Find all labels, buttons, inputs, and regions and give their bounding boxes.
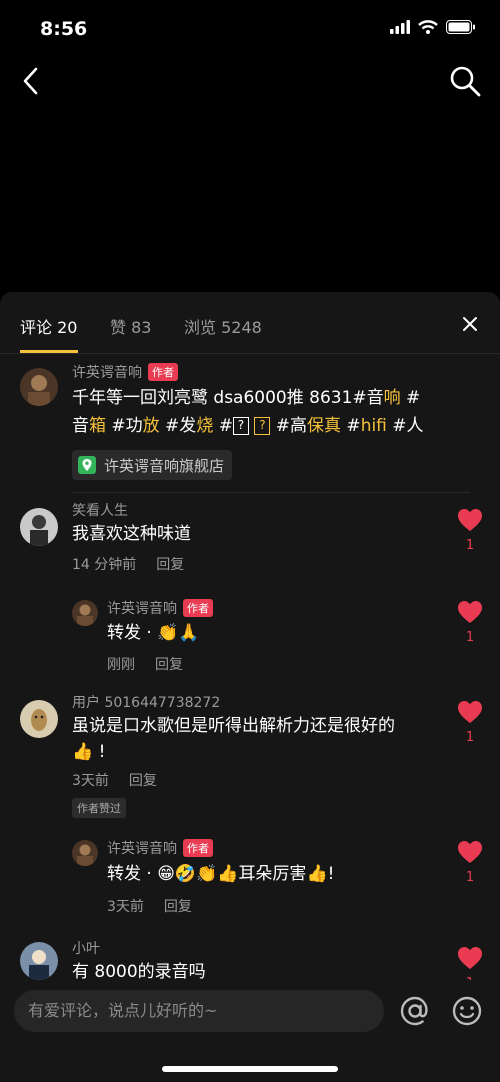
heart-icon — [458, 841, 482, 863]
unknown-glyph-icon: ? — [232, 417, 249, 435]
top-nav — [0, 56, 500, 106]
status-icons — [390, 20, 476, 34]
search-button[interactable] — [448, 64, 482, 98]
comment-user[interactable]: 小叶 — [72, 938, 100, 958]
like-count: 1 — [465, 870, 475, 885]
tab-views[interactable]: 浏览 5248 — [184, 314, 262, 338]
emoji-icon[interactable] — [450, 994, 484, 1028]
post-text-line-1: 千年等一回刘亮鹭 dsa6000推 8631#音响 # — [72, 388, 421, 408]
avatar[interactable] — [20, 942, 58, 980]
author-praised-badge: 作者赞过 — [72, 798, 126, 818]
divider — [72, 492, 470, 493]
comment-time: 3天前 — [72, 773, 109, 789]
comment-text-line-2: 👍 ! — [72, 742, 106, 762]
like-count: 1 — [465, 630, 475, 645]
reply-user[interactable]: 许英谔音响 作者 — [107, 838, 213, 858]
avatar[interactable] — [20, 368, 58, 406]
comment-meta: 3天前 回复 — [72, 770, 157, 790]
author-tag: 作者 — [183, 599, 213, 617]
like-count: 1 — [465, 730, 475, 745]
status-time: 8:56 — [40, 18, 88, 40]
reply-item: 许英谔音响 作者 转发 · 😁🤣👏👍耳朵厉害👍! 3天前 回复 1 — [0, 836, 500, 920]
like-button[interactable]: 1 — [456, 700, 484, 745]
reply-text: 转发 · 👏🙏 — [107, 623, 200, 643]
avatar[interactable] — [72, 600, 98, 626]
comment-time: 14 分钟前 — [72, 557, 137, 573]
tab-comments[interactable]: 评论 20 — [20, 314, 77, 338]
reply-button[interactable]: 回复 — [155, 657, 183, 673]
author-tag: 作者 — [148, 363, 178, 381]
reply-button[interactable]: 回复 — [156, 557, 184, 573]
like-count: 1 — [465, 538, 475, 553]
mention-icon[interactable] — [398, 994, 432, 1028]
comment-item: 笑看人生 我喜欢这种味道 14 分钟前 回复 1 — [0, 500, 500, 590]
heart-icon — [458, 509, 482, 531]
avatar[interactable] — [72, 840, 98, 866]
avatar[interactable] — [20, 700, 58, 738]
home-indicator — [162, 1066, 338, 1072]
reply-meta: 3天前 回复 — [107, 896, 192, 916]
like-button[interactable]: 1 — [456, 600, 484, 645]
author-name[interactable]: 许英谔音响 作者 — [72, 362, 178, 382]
comment-text: 虽说是口水歌但是听得出解析力还是很好的 — [72, 716, 395, 736]
comment-user[interactable]: 用户 5016447738272 — [72, 692, 220, 712]
like-button[interactable]: 1 — [456, 840, 484, 885]
wifi-icon — [418, 20, 438, 34]
post-text-line-2: 音箱 #功放 #发烧 #? ? #高保真 #hifi #人 — [72, 416, 424, 436]
reply-time: 刚刚 — [107, 657, 135, 673]
reply-time: 3天前 — [107, 899, 144, 915]
reply-user[interactable]: 许英谔音响 作者 — [107, 598, 213, 618]
back-button[interactable] — [16, 64, 46, 98]
heart-icon — [458, 601, 482, 623]
reply-item: 许英谔音响 作者 转发 · 👏🙏 刚刚 回复 1 — [0, 596, 500, 676]
heart-icon — [458, 701, 482, 723]
comment-user[interactable]: 笑看人生 — [72, 500, 128, 520]
tab-underline — [20, 350, 78, 353]
status-bar: 8:56 — [0, 0, 500, 56]
like-button[interactable]: 1 — [456, 508, 484, 553]
comment-input[interactable]: 有爱评论，说点儿好听的~ — [14, 990, 384, 1032]
comments-panel: 评论 20 赞 83 浏览 5248 许英谔音响 作者 千年等一回刘亮鹭 dsa6… — [0, 292, 500, 1082]
comment-item: 用户 5016447738272 虽说是口水歌但是听得出解析力还是很好的 👍 !… — [0, 692, 500, 832]
location-pin-icon — [78, 456, 96, 474]
unknown-glyph-icon: ? — [254, 417, 271, 435]
store-link[interactable]: 许英谔音响旗舰店 — [72, 450, 233, 480]
reply-button[interactable]: 回复 — [164, 899, 192, 915]
signal-icon — [390, 20, 410, 34]
tab-likes[interactable]: 赞 83 — [110, 314, 151, 338]
reply-button[interactable]: 回复 — [129, 773, 157, 789]
heart-icon — [458, 947, 482, 969]
author-tag: 作者 — [183, 839, 213, 857]
comment-text: 我喜欢这种味道 — [72, 524, 191, 544]
reply-meta: 刚刚 回复 — [107, 654, 183, 674]
close-button[interactable] — [460, 314, 480, 334]
comment-meta: 14 分钟前 回复 — [72, 554, 184, 574]
avatar[interactable] — [20, 508, 58, 546]
battery-icon — [446, 20, 475, 34]
comments-tabs: 评论 20 赞 83 浏览 5248 — [0, 292, 500, 354]
reply-text: 转发 · 😁🤣👏👍耳朵厉害👍! — [107, 864, 335, 884]
